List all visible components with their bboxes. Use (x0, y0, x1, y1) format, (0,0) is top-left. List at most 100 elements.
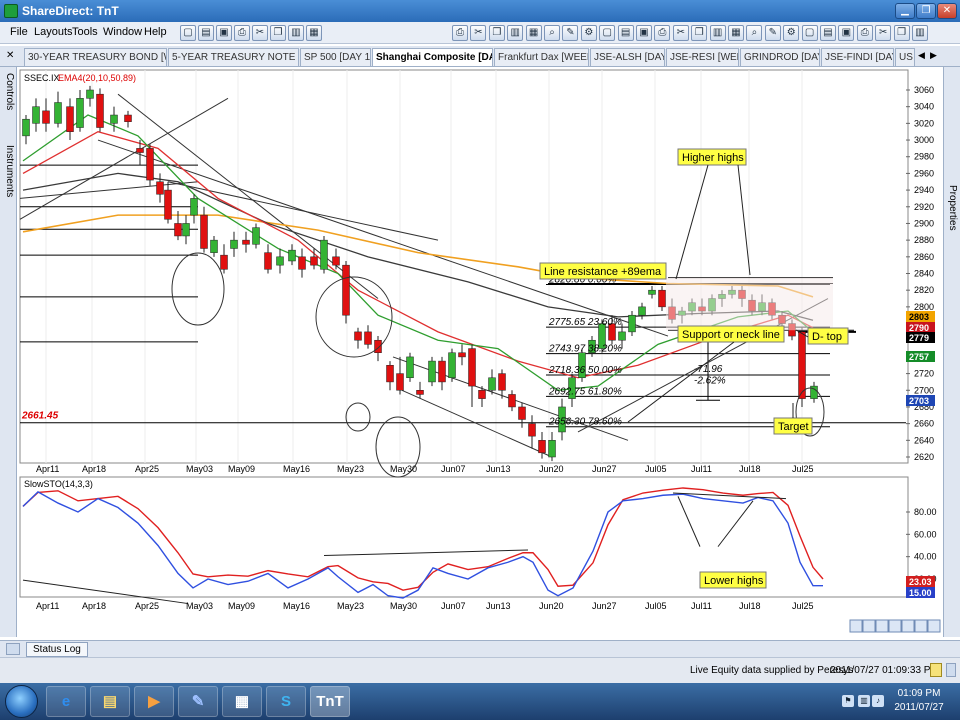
instruments-panel-tab[interactable]: Instruments (4, 145, 15, 197)
tnt-app-icon[interactable]: TnT (310, 686, 350, 717)
chart-tool-button[interactable] (862, 619, 876, 633)
chart-tool-button[interactable] (927, 619, 941, 633)
candle-down (438, 360, 446, 383)
paint-icon[interactable]: ✎ (178, 686, 218, 717)
date-label: May23 (337, 464, 364, 474)
tab-treasury-bond[interactable]: 30-YEAR TREASURY BOND [WEEK 1] (24, 48, 167, 66)
chart-tool-button[interactable] (875, 619, 889, 633)
instrument-tab-bar: 30-YEAR TREASURY BOND [WEEK 1] 5-YEAR TR… (0, 46, 960, 67)
candle-up (230, 239, 238, 249)
y-tick-label: 2700 (914, 385, 934, 395)
chart-icon[interactable]: ▦ (306, 25, 322, 41)
new-icon[interactable]: ▢ (801, 25, 818, 41)
tab-jse-alsh[interactable]: JSE-ALSH [DAY 1] (590, 48, 665, 66)
tab-grindrod[interactable]: GRINDROD [DAY 1] (740, 48, 820, 66)
copy-icon[interactable]: ❐ (893, 25, 910, 41)
draw-icon[interactable]: ✎ (764, 25, 781, 41)
osc-date-label: May30 (390, 601, 417, 611)
save-icon[interactable]: ▣ (216, 25, 232, 41)
date-label: Apr25 (135, 464, 159, 474)
osc-date-label: Jul25 (792, 601, 814, 611)
open-icon[interactable]: ▤ (198, 25, 214, 41)
date-label: Jul05 (645, 464, 667, 474)
taskbar-clock[interactable]: 01:09 PM 2011/07/27 (884, 687, 954, 715)
copy-icon[interactable]: ❐ (270, 25, 286, 41)
copy-icon[interactable]: ❐ (488, 25, 505, 41)
settings-icon[interactable]: ⚙ (580, 25, 597, 41)
tab-scroll-right-icon[interactable]: ▶ (930, 50, 937, 61)
open-icon[interactable]: ▤ (820, 25, 836, 41)
cut-icon[interactable]: ✂ (470, 25, 487, 41)
explorer-icon[interactable]: ▤ (90, 686, 130, 717)
candle-down (136, 148, 144, 153)
candle-up (648, 289, 656, 295)
osc-date-label: Apr11 (36, 601, 59, 611)
chart-tool-button[interactable] (888, 619, 902, 633)
tab-treasury-note[interactable]: 5-YEAR TREASURY NOTE [DAY 1] (168, 48, 299, 66)
copy-icon[interactable]: ❐ (691, 25, 708, 41)
menu-window[interactable]: Window (103, 26, 142, 38)
print-icon[interactable]: ⎙ (856, 25, 873, 41)
cut-icon[interactable]: ✂ (875, 25, 892, 41)
tray-volume-icon[interactable]: ♪ (872, 695, 884, 707)
chart-tool-button[interactable] (914, 619, 928, 633)
chart-tool-button[interactable] (849, 619, 863, 633)
chart-icon[interactable]: ▦ (728, 25, 744, 41)
properties-panel-tab[interactable]: Properties (947, 185, 958, 231)
new-icon[interactable]: ▢ (180, 25, 196, 41)
open-icon[interactable]: ▤ (617, 25, 634, 41)
maximize-button[interactable]: ❐ (916, 3, 936, 19)
candle-up (320, 239, 328, 270)
close-button[interactable]: ✕ (937, 3, 957, 19)
ie-icon[interactable]: e (46, 686, 86, 717)
candle-down (42, 110, 50, 124)
osc-date-label: May09 (228, 601, 255, 611)
zoom-icon[interactable]: ⌕ (746, 25, 763, 41)
pin-icon[interactable]: ✕ (6, 50, 14, 61)
settings-icon[interactable]: ⚙ (783, 25, 800, 41)
cut-icon[interactable]: ✂ (252, 25, 268, 41)
chart-tool-button[interactable] (901, 619, 915, 633)
menu-layouts[interactable]: Layouts (34, 26, 73, 38)
print-icon[interactable]: ⎙ (234, 25, 250, 41)
tray-network-icon[interactable]: ▥ (858, 695, 870, 707)
document-icon[interactable]: ▦ (222, 686, 262, 717)
cut-icon[interactable]: ✂ (672, 25, 689, 41)
tray-flag-icon[interactable]: ⚑ (842, 695, 854, 707)
tab-frankfurt-dax[interactable]: Frankfurt Dax [WEEK 1] (494, 48, 589, 66)
tab-us[interactable]: US (895, 48, 915, 66)
menu-tools[interactable]: Tools (72, 26, 98, 38)
tab-jse-findi[interactable]: JSE-FINDI [DAY 1] (821, 48, 894, 66)
window-title: ShareDirect: TnT (22, 4, 119, 18)
draw-icon[interactable]: ✎ (562, 25, 579, 41)
start-button[interactable] (5, 685, 38, 718)
menu-help[interactable]: Help (144, 26, 167, 38)
print-icon[interactable]: ⎙ (452, 25, 468, 41)
paste-icon[interactable]: ▥ (507, 25, 524, 41)
tab-jse-resi[interactable]: JSE-RESI [WEEK 1] (666, 48, 739, 66)
minimize-button[interactable]: ▁ (895, 3, 915, 19)
osc-tick-label: 40.00 (914, 552, 937, 562)
paste-icon[interactable]: ▥ (709, 25, 726, 41)
tab-shanghai-composite[interactable]: Shanghai Composite [DAY 1] (372, 48, 493, 66)
skype-icon[interactable]: S (266, 686, 306, 717)
controls-panel-tab[interactable]: Controls (4, 73, 15, 110)
save-icon[interactable]: ▣ (636, 25, 652, 41)
paste-icon[interactable]: ▥ (912, 25, 928, 41)
media-player-icon[interactable]: ▶ (134, 686, 174, 717)
zoom-icon[interactable]: ⌕ (544, 25, 560, 41)
new-icon[interactable]: ▢ (599, 25, 616, 41)
note-icon[interactable] (930, 663, 942, 677)
tab-scroll-left-icon[interactable]: ◀ (918, 50, 925, 61)
y-tick-label: 2660 (914, 419, 934, 429)
candle-up (86, 89, 94, 99)
save-icon[interactable]: ▣ (838, 25, 855, 41)
paste-icon[interactable]: ▥ (288, 25, 304, 41)
resize-grip-icon[interactable] (946, 663, 956, 677)
chart-icon[interactable]: ▦ (525, 25, 542, 41)
menu-file[interactable]: File (10, 26, 28, 38)
print-icon[interactable]: ⎙ (654, 25, 671, 41)
tab-sp500[interactable]: SP 500 [DAY 1] (300, 48, 371, 66)
price-chart[interactable]: 3060 3040 3020 3000 2980 2960 2940 2920 2900 2880… (18, 67, 943, 637)
status-log-button[interactable]: Status Log (26, 642, 88, 657)
